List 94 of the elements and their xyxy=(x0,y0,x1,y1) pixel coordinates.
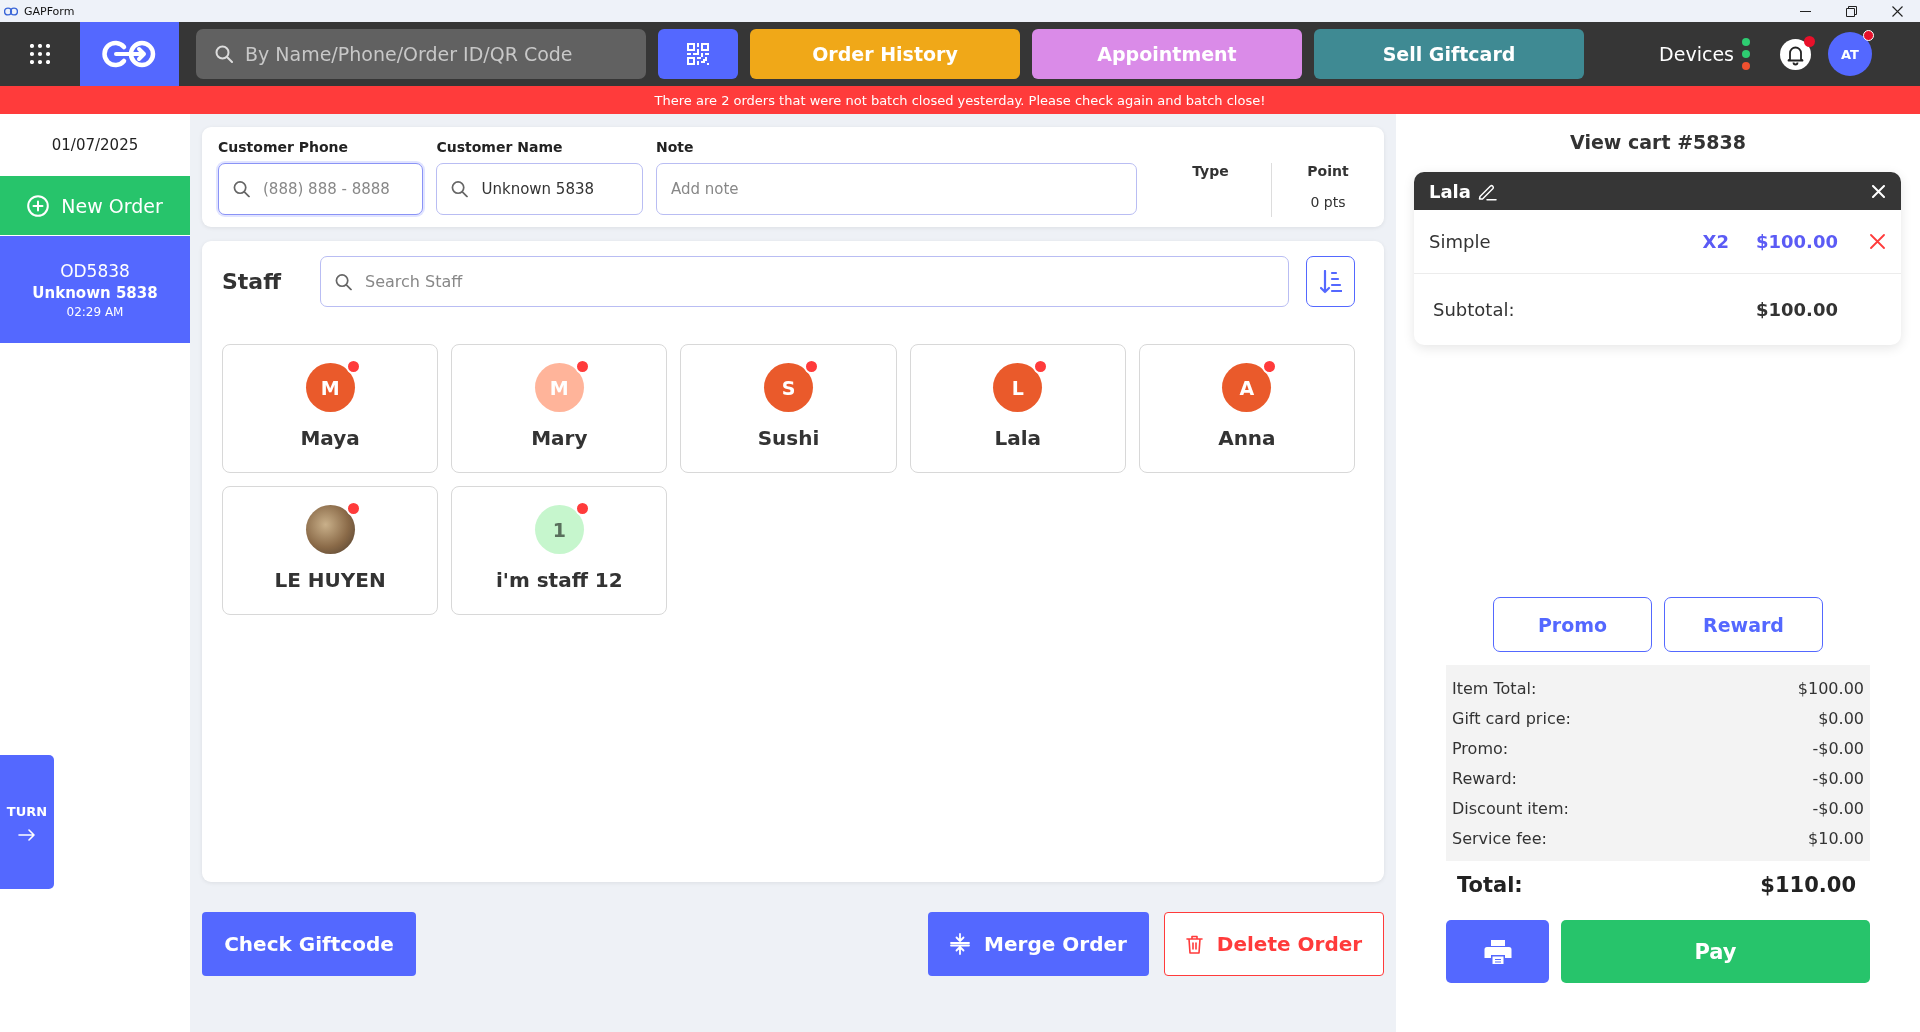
type-label: Type xyxy=(1192,163,1229,180)
alert-banner: There are 2 orders that were not batch closed yesterday. Please check again and batch close! xyxy=(0,86,1920,114)
devices-label[interactable]: Devices xyxy=(1659,43,1734,65)
staff-avatar: L xyxy=(993,363,1043,412)
order-card[interactable]: OD5838 Unknown 5838 02:29 AM xyxy=(0,236,190,343)
summary-label: Gift card price: xyxy=(1452,708,1571,728)
search-icon xyxy=(233,180,250,198)
staff-name: Maya xyxy=(300,425,360,451)
merge-order-button[interactable]: Merge Order xyxy=(928,912,1149,976)
staff-card[interactable]: L Lala xyxy=(909,344,1126,473)
staff-name: Anna xyxy=(1218,425,1276,451)
arrow-right-icon xyxy=(18,828,36,841)
point-value: 0 pts xyxy=(1310,194,1346,211)
point-label: Point xyxy=(1307,163,1349,180)
sort-button[interactable] xyxy=(1306,256,1355,307)
check-giftcode-button[interactable]: Check Giftcode xyxy=(202,912,416,976)
collapse-arrows-icon xyxy=(950,933,971,955)
staff-avatar: A xyxy=(1222,363,1272,412)
subtotal-label: Subtotal: xyxy=(1433,299,1515,320)
restore-icon[interactable] xyxy=(1845,5,1857,17)
plus-circle-icon xyxy=(27,194,50,217)
subtotal-value: $100.00 xyxy=(1756,299,1838,320)
app-logo-icon xyxy=(4,6,18,16)
item-name: Simple xyxy=(1429,231,1492,252)
staff-avatar: 1 xyxy=(534,505,584,554)
pay-button[interactable]: Pay xyxy=(1561,920,1870,983)
staff-card[interactable]: M Mary xyxy=(451,344,668,473)
discount-button[interactable]: Reward xyxy=(1664,597,1823,652)
search-icon xyxy=(451,180,469,198)
qr-scan-button[interactable] xyxy=(658,29,738,79)
staff-card[interactable]: A Anna xyxy=(1138,344,1355,473)
summary-value: $10.00 xyxy=(1808,828,1864,848)
summary-value: -$0.00 xyxy=(1812,768,1864,788)
staff-name: Mary xyxy=(531,425,588,451)
bell-icon[interactable] xyxy=(1780,38,1811,70)
cart-staff-name: Lala xyxy=(1429,180,1471,202)
item-quantity: X2 xyxy=(1702,231,1729,252)
turn-tab[interactable]: TURN xyxy=(0,755,54,889)
staff-name: LE HUYEN xyxy=(274,567,386,593)
trash-icon xyxy=(1185,934,1203,954)
order-date: 01/07/2025 xyxy=(50,135,140,156)
summary-value: $100.00 xyxy=(1797,678,1864,698)
staff-name: Sushi xyxy=(757,425,820,451)
summary-value: -$0.00 xyxy=(1812,738,1864,758)
search-field[interactable]: Search Staff xyxy=(320,256,1289,307)
staff-title: Staff xyxy=(222,269,283,294)
field-label: Customer Name xyxy=(436,139,564,156)
search-field[interactable]: By Name/Phone/Order ID/QR Code xyxy=(196,29,646,79)
staff-card[interactable]: 1 i'm staff 12 xyxy=(451,486,668,615)
menu-icon[interactable] xyxy=(30,44,50,64)
staff-card[interactable]: S Sushi xyxy=(680,344,897,473)
staff-name: i'm staff 12 xyxy=(495,567,623,593)
user-avatar[interactable]: AT xyxy=(1828,32,1872,76)
photo-placeholder xyxy=(305,505,355,554)
field-label: Note xyxy=(655,139,695,156)
summary-label: Reward: xyxy=(1452,768,1517,788)
summary-label: Service fee: xyxy=(1452,828,1547,848)
new-order-button[interactable]: New Order xyxy=(0,176,190,235)
discount-button[interactable]: Promo xyxy=(1493,597,1652,652)
search-icon xyxy=(215,45,233,63)
order-customer: Unknown 5838 xyxy=(32,283,158,302)
staff-card[interactable]: LE HUYEN xyxy=(222,486,439,615)
order-time: 02:29 AM xyxy=(66,304,124,319)
summary-value: $0.00 xyxy=(1818,708,1864,728)
logo-icon[interactable] xyxy=(80,22,179,86)
staff-avatar: S xyxy=(764,363,813,412)
summary-label: Promo: xyxy=(1452,738,1509,758)
field-label: Customer Phone xyxy=(218,139,350,156)
total-label: Total: xyxy=(1457,873,1523,897)
item-price: $100.00 xyxy=(1756,231,1838,252)
staff-avatar: M xyxy=(305,363,355,412)
delete-order-button[interactable]: Delete Order xyxy=(1164,912,1384,976)
input-field[interactable]: (888) 888 - 8888 xyxy=(218,163,424,215)
summary-label: Item Total: xyxy=(1452,678,1537,698)
order-id: OD5838 xyxy=(60,260,130,281)
minimize-icon[interactable] xyxy=(1799,10,1811,12)
total-value: $110.00 xyxy=(1760,873,1856,897)
nav-button[interactable]: Sell Giftcard xyxy=(1314,29,1584,79)
staff-card[interactable]: M Maya xyxy=(222,344,439,473)
sort-icon xyxy=(1319,269,1342,294)
input-field[interactable]: Add note xyxy=(655,163,1137,215)
summary-label: Discount item: xyxy=(1452,798,1569,818)
staff-avatar: M xyxy=(534,363,584,412)
window-title: GAPForm xyxy=(24,4,75,18)
print-button[interactable] xyxy=(1446,920,1549,983)
close-icon[interactable] xyxy=(1891,5,1903,17)
cart-title: View cart #5838 xyxy=(1569,130,1747,155)
printer-icon xyxy=(1483,938,1512,965)
search-icon xyxy=(335,273,352,290)
staff-name: Lala xyxy=(994,425,1041,451)
qr-code-icon xyxy=(687,43,709,65)
summary-value: -$0.00 xyxy=(1812,798,1864,818)
input-field[interactable]: Unknown 5838 xyxy=(436,163,643,215)
nav-button[interactable]: Appointment xyxy=(1032,29,1302,79)
